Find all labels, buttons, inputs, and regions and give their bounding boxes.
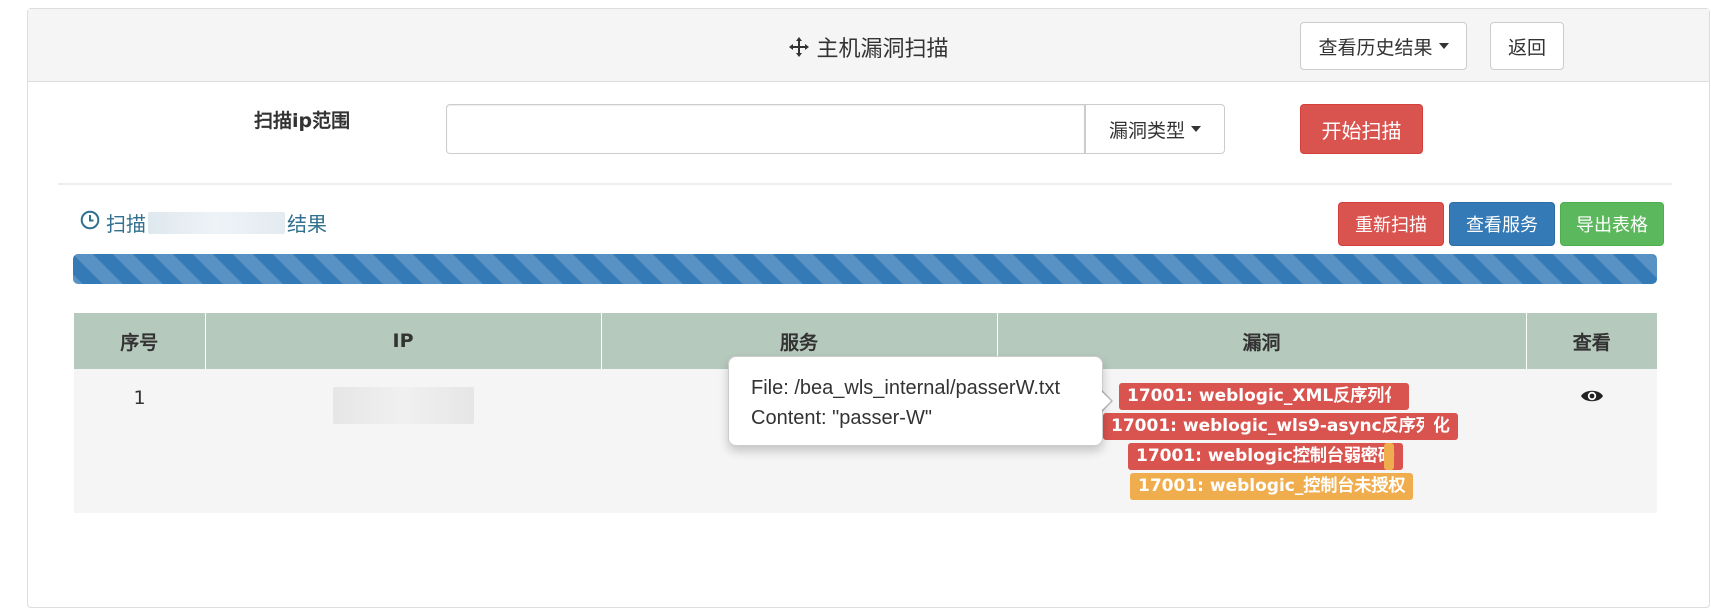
scan-range-input[interactable]	[446, 104, 1085, 154]
popover-content-line: Content: "passer-W"	[751, 407, 932, 429]
vuln-tag[interactable]: 17001: weblogic_wls9-async反序列化	[1103, 413, 1458, 440]
back-button[interactable]: 返回	[1490, 22, 1564, 70]
history-results-button[interactable]: 查看历史结果	[1300, 22, 1467, 70]
redacted-ip-range	[148, 211, 285, 234]
vuln-tag-overflow	[1424, 413, 1434, 440]
vuln-type-dropdown[interactable]: 漏洞类型	[1085, 104, 1225, 154]
vuln-type-label: 漏洞类型	[1108, 119, 1185, 142]
result-title: 扫描 结果	[80, 208, 327, 237]
redacted-ip	[332, 387, 474, 424]
column-header-ip: IP	[205, 313, 602, 369]
scan-range-label: 扫描ip范围	[254, 110, 351, 132]
result-title-prefix: 扫描	[106, 212, 146, 236]
column-header-view: 查看	[1526, 313, 1657, 369]
caret-down-icon	[1191, 126, 1201, 132]
column-header-index: 序号	[74, 313, 206, 369]
eye-icon[interactable]	[1580, 388, 1604, 410]
result-title-suffix: 结果	[287, 212, 327, 236]
history-results-label: 查看历史结果	[1318, 36, 1433, 59]
vuln-tag-overflow	[1384, 443, 1394, 470]
caret-down-icon	[1438, 43, 1449, 49]
row-view	[1526, 369, 1657, 513]
scan-panel: 主机漏洞扫描	[27, 8, 1710, 608]
vuln-detail-popover: File: /bea_wls_internal/passerW.txt Cont…	[728, 356, 1113, 446]
row-index: 1	[74, 369, 205, 513]
view-service-button[interactable]: 查看服务	[1449, 202, 1555, 246]
vuln-tag[interactable]: 17001: weblogic_XML反序列化	[1119, 383, 1410, 410]
divider	[58, 183, 1672, 185]
page-title-text: 主机漏洞扫描	[816, 37, 949, 62]
view-service-label: 查看服务	[1466, 215, 1538, 236]
popover-file-line: File: /bea_wls_internal/passerW.txt	[751, 377, 1061, 399]
row-ip	[205, 369, 601, 513]
vuln-tag-overflow	[1391, 383, 1401, 410]
export-table-label: 导出表格	[1576, 215, 1648, 236]
rescan-button[interactable]: 重新扫描	[1338, 202, 1444, 246]
clock-icon	[80, 210, 100, 235]
rescan-label: 重新扫描	[1355, 215, 1427, 236]
popover-arrow	[1101, 390, 1113, 412]
back-label: 返回	[1507, 36, 1546, 59]
vuln-tag[interactable]: 17001: weblogic_控制台未授权	[1130, 473, 1414, 500]
move-icon	[788, 36, 810, 64]
scan-progress-bar	[73, 254, 1657, 284]
start-scan-label: 开始扫描	[1321, 118, 1402, 143]
export-table-button[interactable]: 导出表格	[1560, 202, 1664, 246]
vuln-tag[interactable]: 17001: weblogic控制台弱密码	[1128, 443, 1403, 470]
start-scan-button[interactable]: 开始扫描	[1300, 104, 1423, 154]
